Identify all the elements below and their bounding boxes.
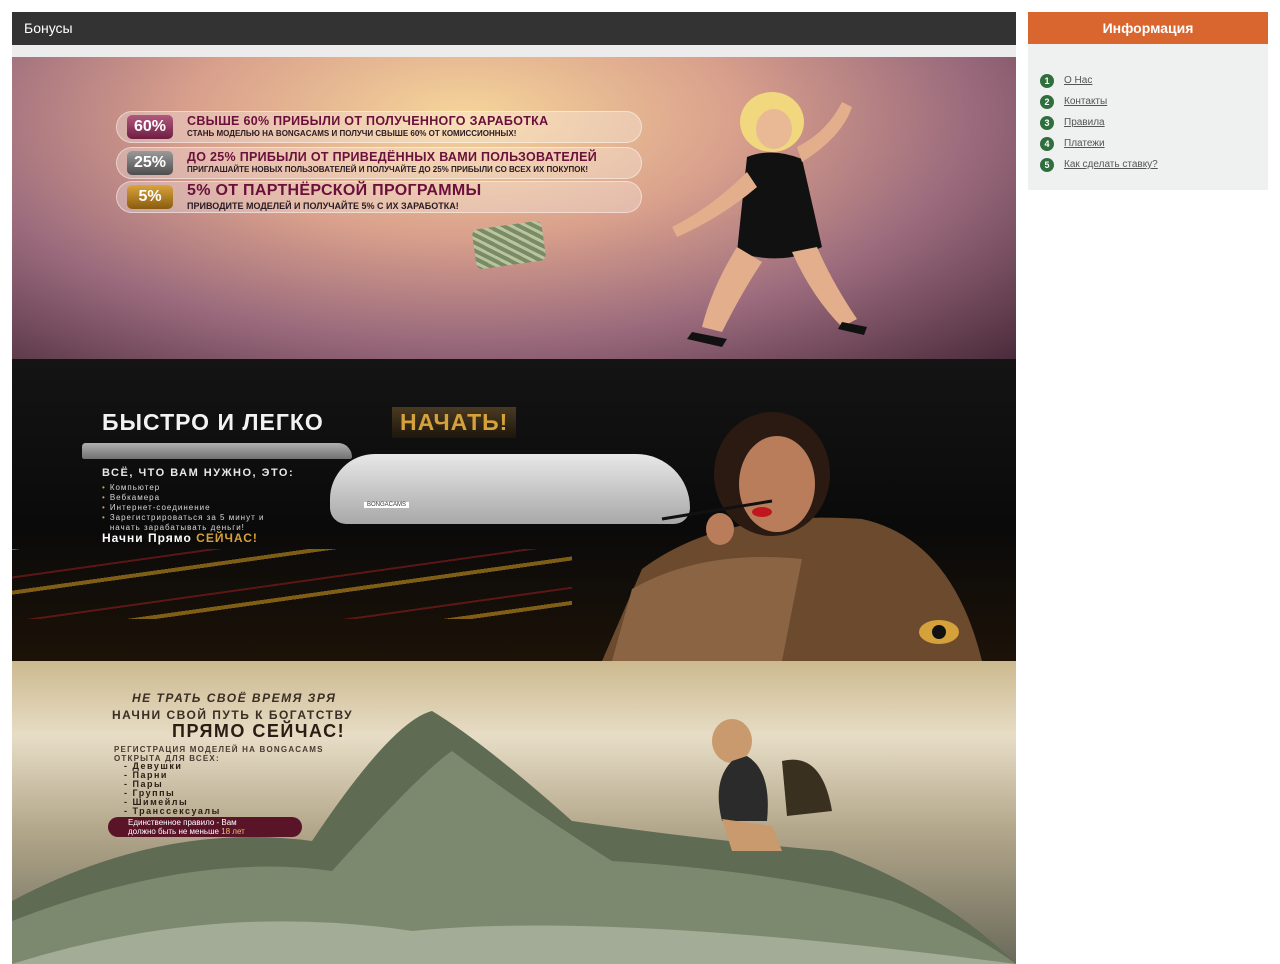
model-photo	[712, 719, 832, 851]
sidebar-link[interactable]: Как сделать ставку?	[1064, 159, 1158, 170]
sidebar-item-contacts[interactable]: 2 Контакты	[1028, 91, 1268, 112]
number-badge: 5	[1040, 157, 1054, 172]
promo-title: 5% ОТ ПАРТНЁРСКОЙ ПРОГРАММЫ	[187, 182, 482, 199]
sidebar-item-payments[interactable]: 4 Платежи	[1028, 133, 1268, 154]
banner-title-accent: НАЧАТЬ!	[392, 407, 517, 438]
page-title: Бонусы	[12, 12, 1016, 45]
promo-title: СВЫШЕ 60% ПРИБЫЛИ ОТ ПОЛУЧЕННОГО ЗАРАБОТ…	[187, 114, 549, 128]
sidebar-link[interactable]: Правила	[1064, 117, 1105, 128]
percent-badge: 60%	[127, 115, 173, 139]
road-stripes	[12, 549, 572, 619]
jet-image	[82, 443, 352, 459]
banner-headline: ПРЯМО СЕЙЧАС!	[172, 721, 346, 741]
promo-subtitle: ПРИВОДИТЕ МОДЕЛЕЙ И ПОЛУЧАЙТЕ 5% С ИХ ЗА…	[187, 201, 459, 211]
money-fan-image	[471, 220, 547, 270]
percent-badge: 25%	[127, 151, 173, 175]
list-item: • Компьютер	[102, 483, 161, 492]
number-badge: 4	[1040, 136, 1054, 151]
sidebar-item-about[interactable]: 1 О Нас	[1028, 70, 1268, 91]
divider	[12, 45, 1016, 57]
number-badge: 2	[1040, 94, 1054, 109]
sidebar-link[interactable]: Контакты	[1064, 96, 1107, 107]
requirements-list: • Компьютер • Вебкамера • Интернет-соединен…	[102, 483, 264, 533]
list-item: • Интернет-соединение	[102, 503, 211, 512]
promo-subtitle: СТАНЬ МОДЕЛЬЮ НА BONGACAMS И ПОЛУЧИ СВЫШ…	[187, 129, 517, 138]
sidebar-item-rules[interactable]: 3 Правила	[1028, 112, 1268, 133]
sidebar-title: Информация	[1028, 12, 1268, 44]
promo-row: 5% 5% ОТ ПАРТНЁРСКОЙ ПРОГРАММЫ ПРИВОДИТЕ…	[116, 181, 642, 213]
banner-title: БЫСТРО И ЛЕГКО	[102, 409, 324, 435]
sidebar-link[interactable]: О Нас	[1064, 75, 1092, 86]
audience-list: - Девушки - Парни - Пары - Группы - Шиме…	[124, 762, 221, 816]
percent-badge: 5%	[127, 185, 173, 209]
bonus-banner-registration: НЕ ТРАТЬ СВОЁ ВРЕМЯ ЗРЯ НАЧНИ СВОЙ ПУТЬ …	[12, 661, 1016, 964]
banner-line: НАЧНИ СВОЙ ПУТЬ К БОГАТСТВУ	[112, 708, 354, 722]
bonus-banner-start: БЫСТРО И ЛЕГКО НАЧАТЬ! ВСЁ, ЧТО ВАМ НУЖН…	[12, 359, 1016, 661]
number-badge: 3	[1040, 115, 1054, 130]
age-rule-badge: Единственное правило - Вам должно быть н…	[108, 817, 302, 837]
banner-cta: Начни Прямо СЕЙЧАС!	[102, 531, 258, 545]
list-item: - Транссексуалы	[124, 806, 221, 816]
number-badge: 1	[1040, 73, 1054, 88]
model-photo	[672, 92, 867, 347]
promo-row: 60% СВЫШЕ 60% ПРИБЫЛИ ОТ ПОЛУЧЕННОГО ЗАР…	[116, 111, 642, 143]
banner-intro: ВСЁ, ЧТО ВАМ НУЖНО, ЭТО:	[102, 467, 295, 479]
promo-row: 25% ДО 25% ПРИБЫЛИ ОТ ПРИВЕДЁННЫХ ВАМИ П…	[116, 147, 642, 179]
banner-line: НЕ ТРАТЬ СВОЁ ВРЕМЯ ЗРЯ	[132, 691, 337, 705]
list-item: • Вебкамера	[102, 493, 161, 502]
promo-subtitle: ПРИГЛАШАЙТЕ НОВЫХ ПОЛЬЗОВАТЕЛЕЙ И ПОЛУЧА…	[187, 165, 589, 174]
sidebar-item-how-to-bet[interactable]: 5 Как сделать ставку?	[1028, 154, 1268, 175]
promo-title: ДО 25% ПРИБЫЛИ ОТ ПРИВЕДЁННЫХ ВАМИ ПОЛЬЗ…	[187, 150, 598, 164]
main-content: Бонусы 60% СВЫШЕ 60% ПРИБЫЛИ ОТ ПОЛУЧЕНН…	[12, 12, 1016, 964]
eye-logo-icon	[919, 620, 959, 644]
bonus-banner-commission: 60% СВЫШЕ 60% ПРИБЫЛИ ОТ ПОЛУЧЕННОГО ЗАР…	[12, 57, 1016, 359]
info-sidebar: Информация 1 О Нас 2 Контакты 3 Правила …	[1028, 12, 1268, 190]
list-item: • Зарегистрироваться за 5 минут и	[102, 513, 265, 522]
sidebar-link[interactable]: Платежи	[1064, 138, 1105, 149]
sidebar-menu: 1 О Нас 2 Контакты 3 Правила 4 Платежи 5…	[1028, 44, 1268, 190]
